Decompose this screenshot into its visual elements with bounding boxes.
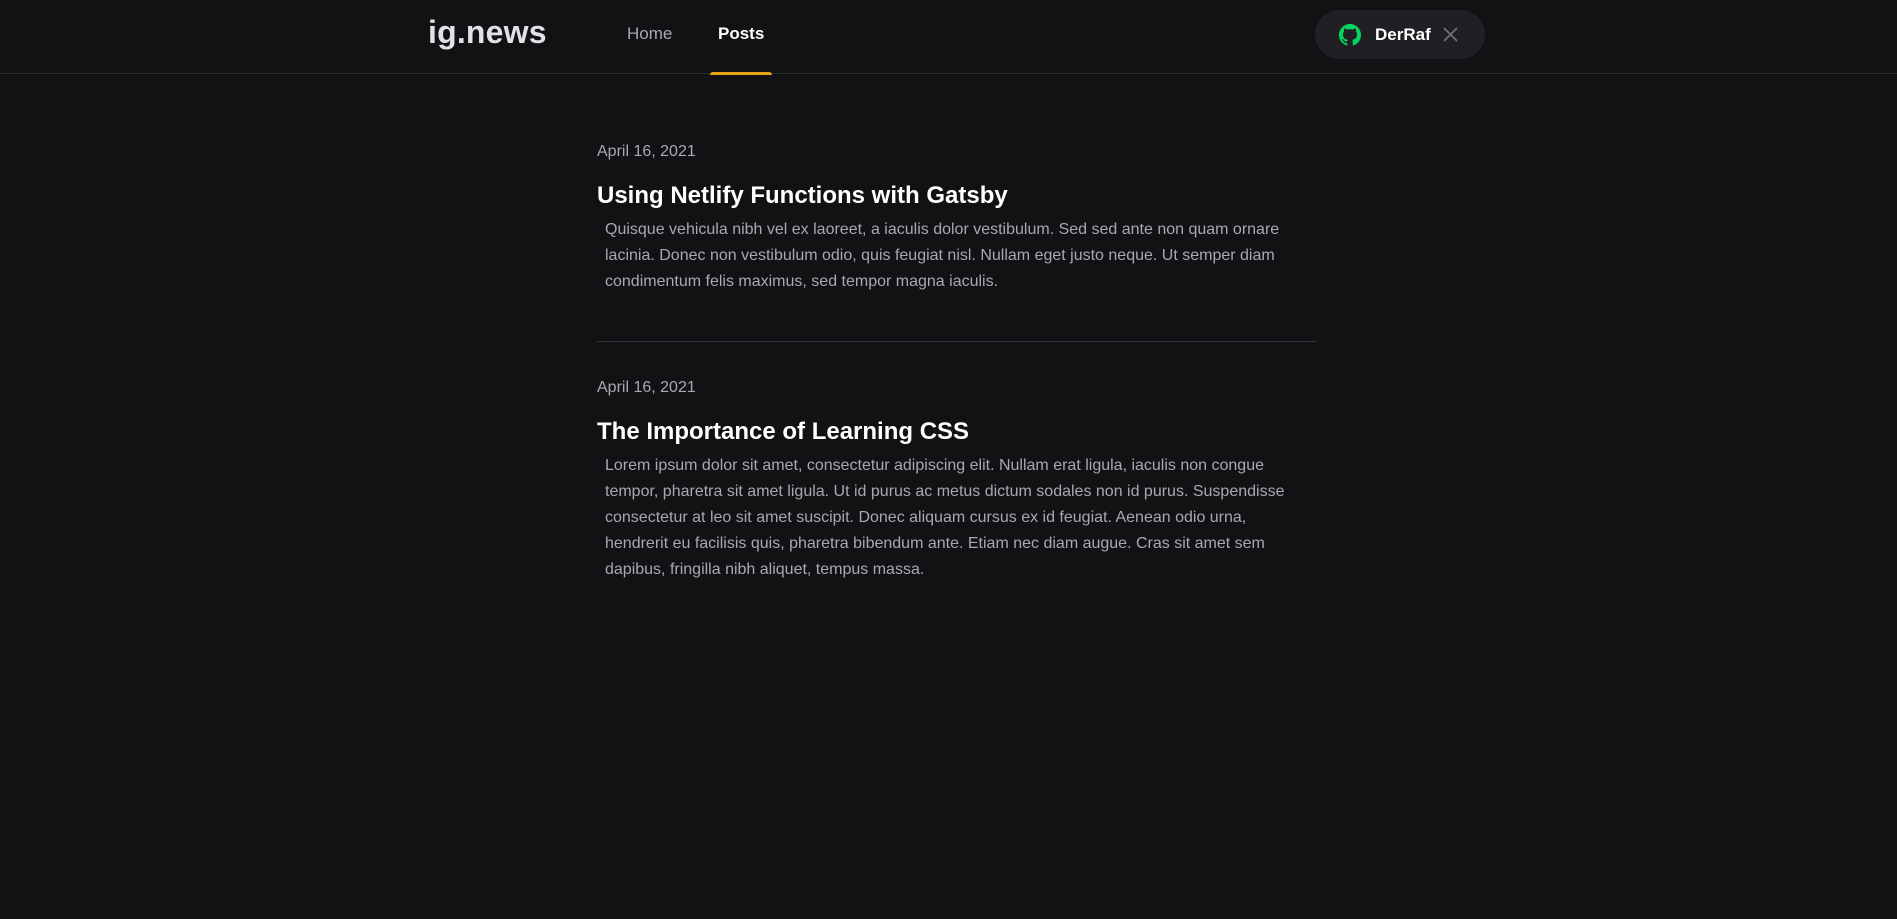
nav-link-posts[interactable]: Posts <box>710 0 773 75</box>
posts-list: April 16, 2021 Using Netlify Functions w… <box>597 140 1317 629</box>
post-date: April 16, 2021 <box>597 143 696 160</box>
post-excerpt: Quisque vehicula nibh vel ex laoreet, a … <box>605 221 1280 290</box>
github-icon <box>1339 23 1361 46</box>
site-logo[interactable]: ig.news <box>428 14 547 51</box>
nav-link-home[interactable]: Home <box>619 0 680 74</box>
post-excerpt: Lorem ipsum dolor sit amet, consectetur … <box>605 457 1285 578</box>
github-user-button[interactable]: DerRaf <box>1315 10 1485 59</box>
post-item[interactable]: April 16, 2021 Using Netlify Functions w… <box>597 140 1317 341</box>
github-username: DerRaf <box>1375 24 1431 44</box>
post-title[interactable]: Using Netlify Functions with Gatsby <box>597 181 1317 211</box>
post-title[interactable]: The Importance of Learning CSS <box>597 417 1317 447</box>
post-date: April 16, 2021 <box>597 379 696 396</box>
post-item[interactable]: April 16, 2021 The Importance of Learnin… <box>597 341 1317 629</box>
site-header: ig.news Home Posts DerRaf <box>0 0 1897 75</box>
